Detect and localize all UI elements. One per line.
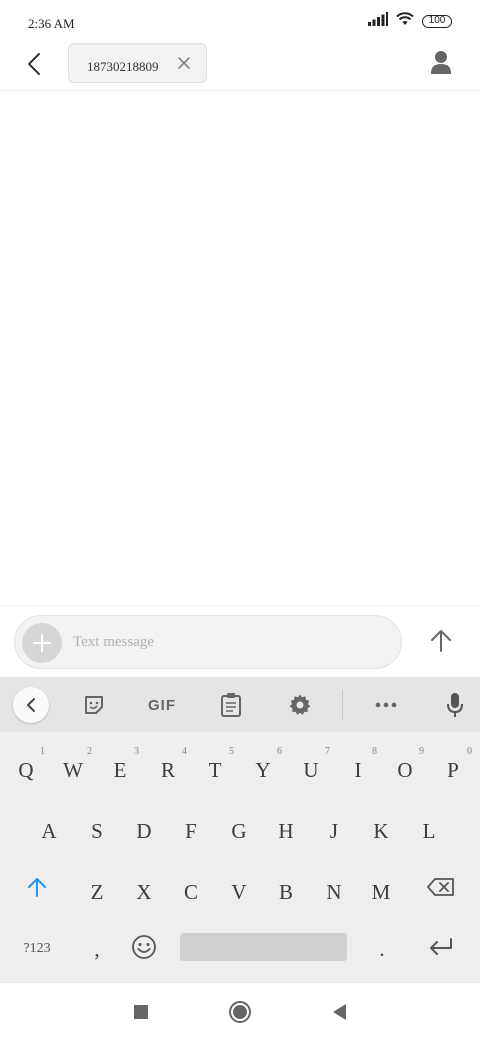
key-e[interactable]: E3 xyxy=(97,744,143,796)
sticker-icon xyxy=(85,696,103,714)
key-r[interactable]: R4 xyxy=(145,744,191,796)
key-h[interactable]: H xyxy=(263,805,309,857)
key-s[interactable]: S xyxy=(74,805,120,857)
key-x[interactable]: X xyxy=(121,866,167,918)
home-circle-icon xyxy=(229,1001,251,1023)
key-w[interactable]: W2 xyxy=(50,744,96,796)
send-button[interactable] xyxy=(424,624,458,658)
chevron-left-icon xyxy=(27,698,35,712)
wifi-icon xyxy=(396,12,414,31)
more-dots-icon xyxy=(375,702,397,708)
key-g[interactable]: G xyxy=(216,805,262,857)
remove-recipient-icon[interactable] xyxy=(176,55,192,71)
status-bar: 2:36 AM 100 xyxy=(0,0,480,40)
contact-person-icon[interactable] xyxy=(428,49,454,77)
back-nav-button[interactable] xyxy=(326,999,352,1025)
clipboard-button[interactable] xyxy=(213,687,249,723)
key-u[interactable]: U7 xyxy=(288,744,334,796)
status-time: 2:36 AM xyxy=(28,16,75,31)
send-arrow-up-icon xyxy=(431,630,451,652)
status-icons: 100 xyxy=(368,12,452,31)
plus-icon xyxy=(33,634,51,652)
key-j[interactable]: J xyxy=(311,805,357,857)
key-v[interactable]: V xyxy=(216,866,262,918)
message-input[interactable] xyxy=(73,626,383,658)
enter-key[interactable] xyxy=(418,921,464,973)
key-a[interactable]: A xyxy=(26,805,72,857)
home-button[interactable] xyxy=(227,999,253,1025)
composer-bar xyxy=(0,605,480,677)
key-n[interactable]: N xyxy=(311,866,357,918)
system-navigation-bar xyxy=(0,982,480,1040)
message-list xyxy=(0,92,480,604)
back-arrow-icon xyxy=(28,53,40,75)
key-m[interactable]: M xyxy=(358,866,404,918)
more-options-button[interactable] xyxy=(368,687,404,723)
key-l[interactable]: L xyxy=(406,805,452,857)
back-button[interactable] xyxy=(18,48,50,80)
microphone-icon xyxy=(447,693,463,717)
clipboard-icon xyxy=(221,693,241,717)
space-key[interactable] xyxy=(180,933,347,961)
enter-return-icon xyxy=(430,938,452,955)
signal-icon xyxy=(368,12,388,31)
sticker-button[interactable] xyxy=(76,687,112,723)
soft-keyboard: GIF Q 1 W 2 E 3 R 4 T 5 Y 6 U 7 I 8 O 9 … xyxy=(0,677,480,982)
emoji-icon xyxy=(132,935,156,959)
key-p[interactable]: P0 xyxy=(430,744,476,796)
add-attachment-button[interactable] xyxy=(22,623,62,663)
key-f[interactable]: F xyxy=(168,805,214,857)
settings-button[interactable] xyxy=(282,687,318,723)
triangle-back-icon xyxy=(333,1004,346,1020)
voice-input-button[interactable] xyxy=(437,687,473,723)
square-icon xyxy=(134,1005,148,1019)
key-b[interactable]: B xyxy=(263,866,309,918)
message-input-pill xyxy=(14,615,402,669)
backspace-icon xyxy=(427,878,454,896)
shift-key[interactable] xyxy=(14,861,60,913)
key-z[interactable]: Z xyxy=(74,866,120,918)
gear-icon xyxy=(289,694,311,715)
toolbar-collapse-button[interactable] xyxy=(13,687,49,723)
toolbar-divider xyxy=(342,690,343,720)
recipient-number: 18730218809 xyxy=(87,59,159,74)
comma-key[interactable]: , xyxy=(74,923,120,975)
symbols-key[interactable]: ?123 xyxy=(14,923,60,975)
key-o[interactable]: O9 xyxy=(382,744,428,796)
battery-icon: 100 xyxy=(422,15,452,28)
emoji-key[interactable] xyxy=(121,921,167,973)
shift-arrow-icon xyxy=(28,878,46,897)
key-i[interactable]: I8 xyxy=(335,744,381,796)
key-q[interactable]: Q1 xyxy=(3,744,49,796)
recents-button[interactable] xyxy=(128,999,154,1025)
key-k[interactable]: K xyxy=(358,805,404,857)
backspace-key[interactable] xyxy=(418,861,464,913)
conversation-header: 18730218809 xyxy=(0,40,480,91)
key-c[interactable]: C xyxy=(168,866,214,918)
period-key[interactable]: . xyxy=(359,923,405,975)
key-d[interactable]: D xyxy=(121,805,167,857)
recipient-chip[interactable]: 18730218809 xyxy=(68,43,207,83)
key-t[interactable]: T5 xyxy=(192,744,238,796)
keyboard-toolbar: GIF xyxy=(0,677,480,732)
gif-button[interactable]: GIF xyxy=(141,687,183,723)
key-y[interactable]: Y6 xyxy=(240,744,286,796)
